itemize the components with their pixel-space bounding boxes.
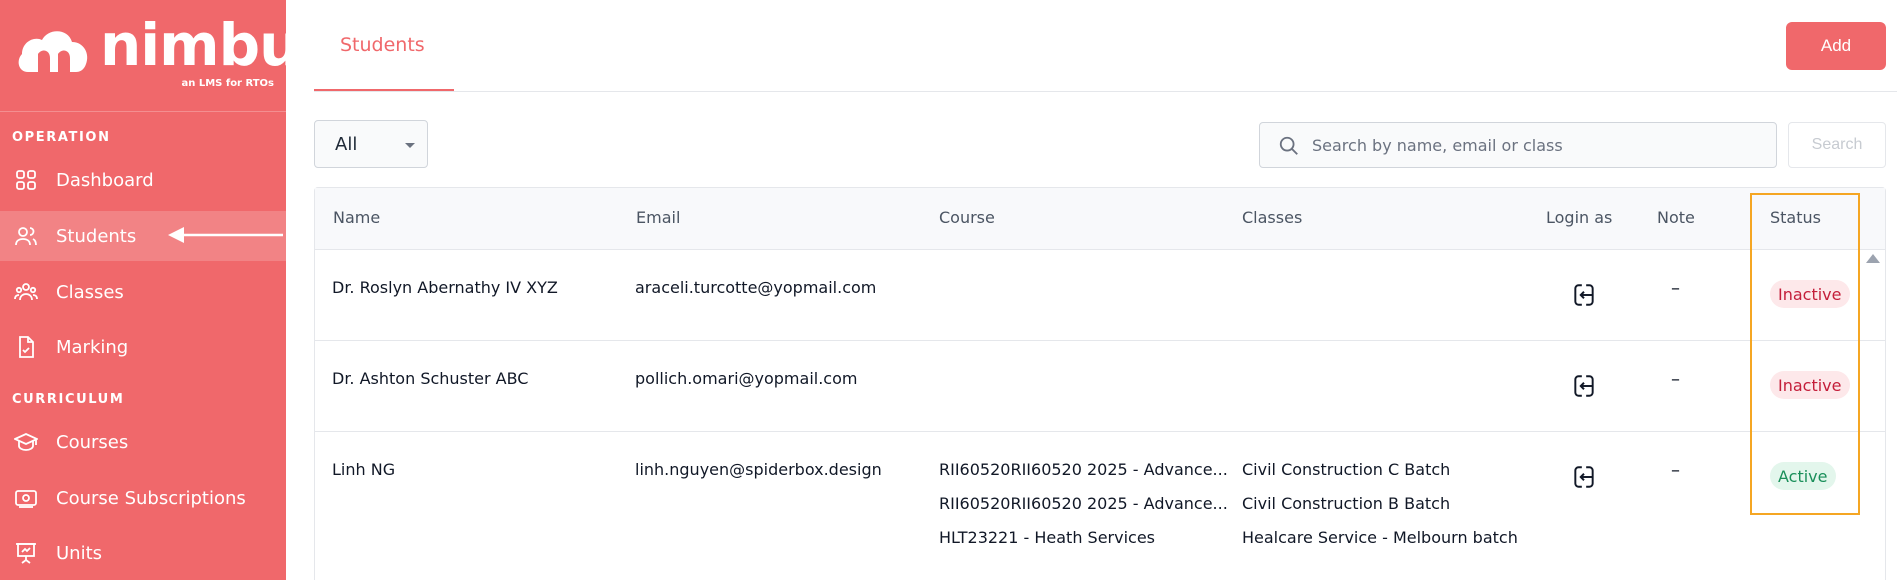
status-filter-select[interactable]: All <box>314 120 428 168</box>
sidebar-item-label: Students <box>56 225 137 247</box>
caret-down-icon <box>405 143 415 148</box>
logo-divider <box>0 111 286 112</box>
sidebar-item-label: Dashboard <box>56 169 154 191</box>
graduation-cap-icon <box>14 430 38 454</box>
student-email: pollich.omari@yopmail.com <box>635 369 858 388</box>
sidebar-item-classes[interactable]: Classes <box>0 267 286 317</box>
course-item[interactable]: HLT23221 - Heath Services <box>939 528 1155 547</box>
column-header-note: Note <box>1657 208 1695 227</box>
sidebar-item-label: Courses <box>56 431 129 453</box>
section-title-curriculum: CURRICULUM <box>12 392 125 407</box>
column-header-course[interactable]: Course <box>939 208 995 227</box>
class-item[interactable]: Healcare Service - Melbourn batch <box>1242 528 1518 547</box>
student-email: linh.nguyen@spiderbox.design <box>635 460 882 479</box>
file-check-icon <box>14 335 38 359</box>
course-item[interactable]: RII60520RII60520 2025 - Advance... <box>939 460 1228 479</box>
students-table: Name Email Course Classes Login as Note … <box>314 187 1886 580</box>
section-title-operation: OPERATION <box>12 130 111 145</box>
student-name[interactable]: Dr. Ashton Schuster ABC <box>332 369 528 388</box>
sidebar-item-dashboard[interactable]: Dashboard <box>0 155 286 205</box>
sidebar-item-label: Classes <box>56 281 124 303</box>
sidebar-item-marking[interactable]: Marking <box>0 322 286 372</box>
table-row[interactable]: Dr. Roslyn Abernathy IV XYZ araceli.turc… <box>315 250 1885 341</box>
login-as-icon[interactable] <box>1571 373 1597 399</box>
scroll-up-arrow-icon[interactable] <box>1866 254 1880 263</box>
tab-label: Students <box>340 34 425 56</box>
column-header-classes[interactable]: Classes <box>1242 208 1302 227</box>
add-button[interactable]: Add <box>1786 22 1886 70</box>
class-item[interactable]: Civil Construction B Batch <box>1242 494 1450 513</box>
group-icon <box>14 280 38 304</box>
login-as-icon[interactable] <box>1571 282 1597 308</box>
student-name[interactable]: Linh NG <box>332 460 395 479</box>
grid-icon <box>14 168 38 192</box>
search-placeholder: Search by name, email or class <box>1312 135 1563 155</box>
note-value[interactable]: – <box>1671 460 1680 481</box>
column-header-login-as: Login as <box>1546 208 1613 227</box>
table-row[interactable]: Dr. Ashton Schuster ABC pollich.omari@yo… <box>315 341 1885 432</box>
note-value[interactable]: – <box>1671 369 1680 390</box>
sidebar: nimbu an LMS for RTOs OPERATION Dashboar… <box>0 0 300 580</box>
presentation-icon <box>14 541 38 565</box>
arrow-left-icon <box>168 227 283 243</box>
sidebar-item-units[interactable]: Units <box>0 528 286 578</box>
sidebar-item-label: Course Subscriptions <box>56 487 246 509</box>
tab-students[interactable]: Students <box>314 0 454 92</box>
header-divider <box>314 91 1897 92</box>
student-name[interactable]: Dr. Roslyn Abernathy IV XYZ <box>332 278 558 297</box>
class-item[interactable]: Civil Construction C Batch <box>1242 460 1450 479</box>
search-input[interactable]: Search by name, email or class <box>1259 122 1777 168</box>
subscription-icon <box>14 486 38 510</box>
table-header: Name Email Course Classes Login as Note … <box>315 188 1885 250</box>
table-row[interactable]: Linh NG linh.nguyen@spiderbox.design RII… <box>315 432 1885 580</box>
student-email: araceli.turcotte@yopmail.com <box>635 278 877 297</box>
sidebar-item-label: Marking <box>56 336 129 358</box>
course-item[interactable]: RII60520RII60520 2025 - Advance... <box>939 494 1228 513</box>
column-header-email[interactable]: Email <box>636 208 680 227</box>
sidebar-item-courses[interactable]: Courses <box>0 417 286 467</box>
users-icon <box>14 224 38 248</box>
note-value[interactable]: – <box>1671 278 1680 299</box>
status-filter-value: All <box>335 133 358 155</box>
sidebar-item-label: Units <box>56 542 103 564</box>
column-header-name[interactable]: Name <box>333 208 380 227</box>
cloud-logo-icon <box>18 31 88 72</box>
search-button[interactable]: Search <box>1788 122 1886 168</box>
search-icon <box>1279 136 1298 155</box>
status-column-highlight <box>1750 193 1860 515</box>
logo-wordmark: nimbu <box>100 11 300 79</box>
sidebar-item-course-subscriptions[interactable]: Course Subscriptions <box>0 473 286 523</box>
logo[interactable]: nimbu an LMS for RTOs <box>14 16 300 92</box>
login-as-icon[interactable] <box>1571 464 1597 490</box>
logo-tagline: an LMS for RTOs <box>181 78 274 89</box>
